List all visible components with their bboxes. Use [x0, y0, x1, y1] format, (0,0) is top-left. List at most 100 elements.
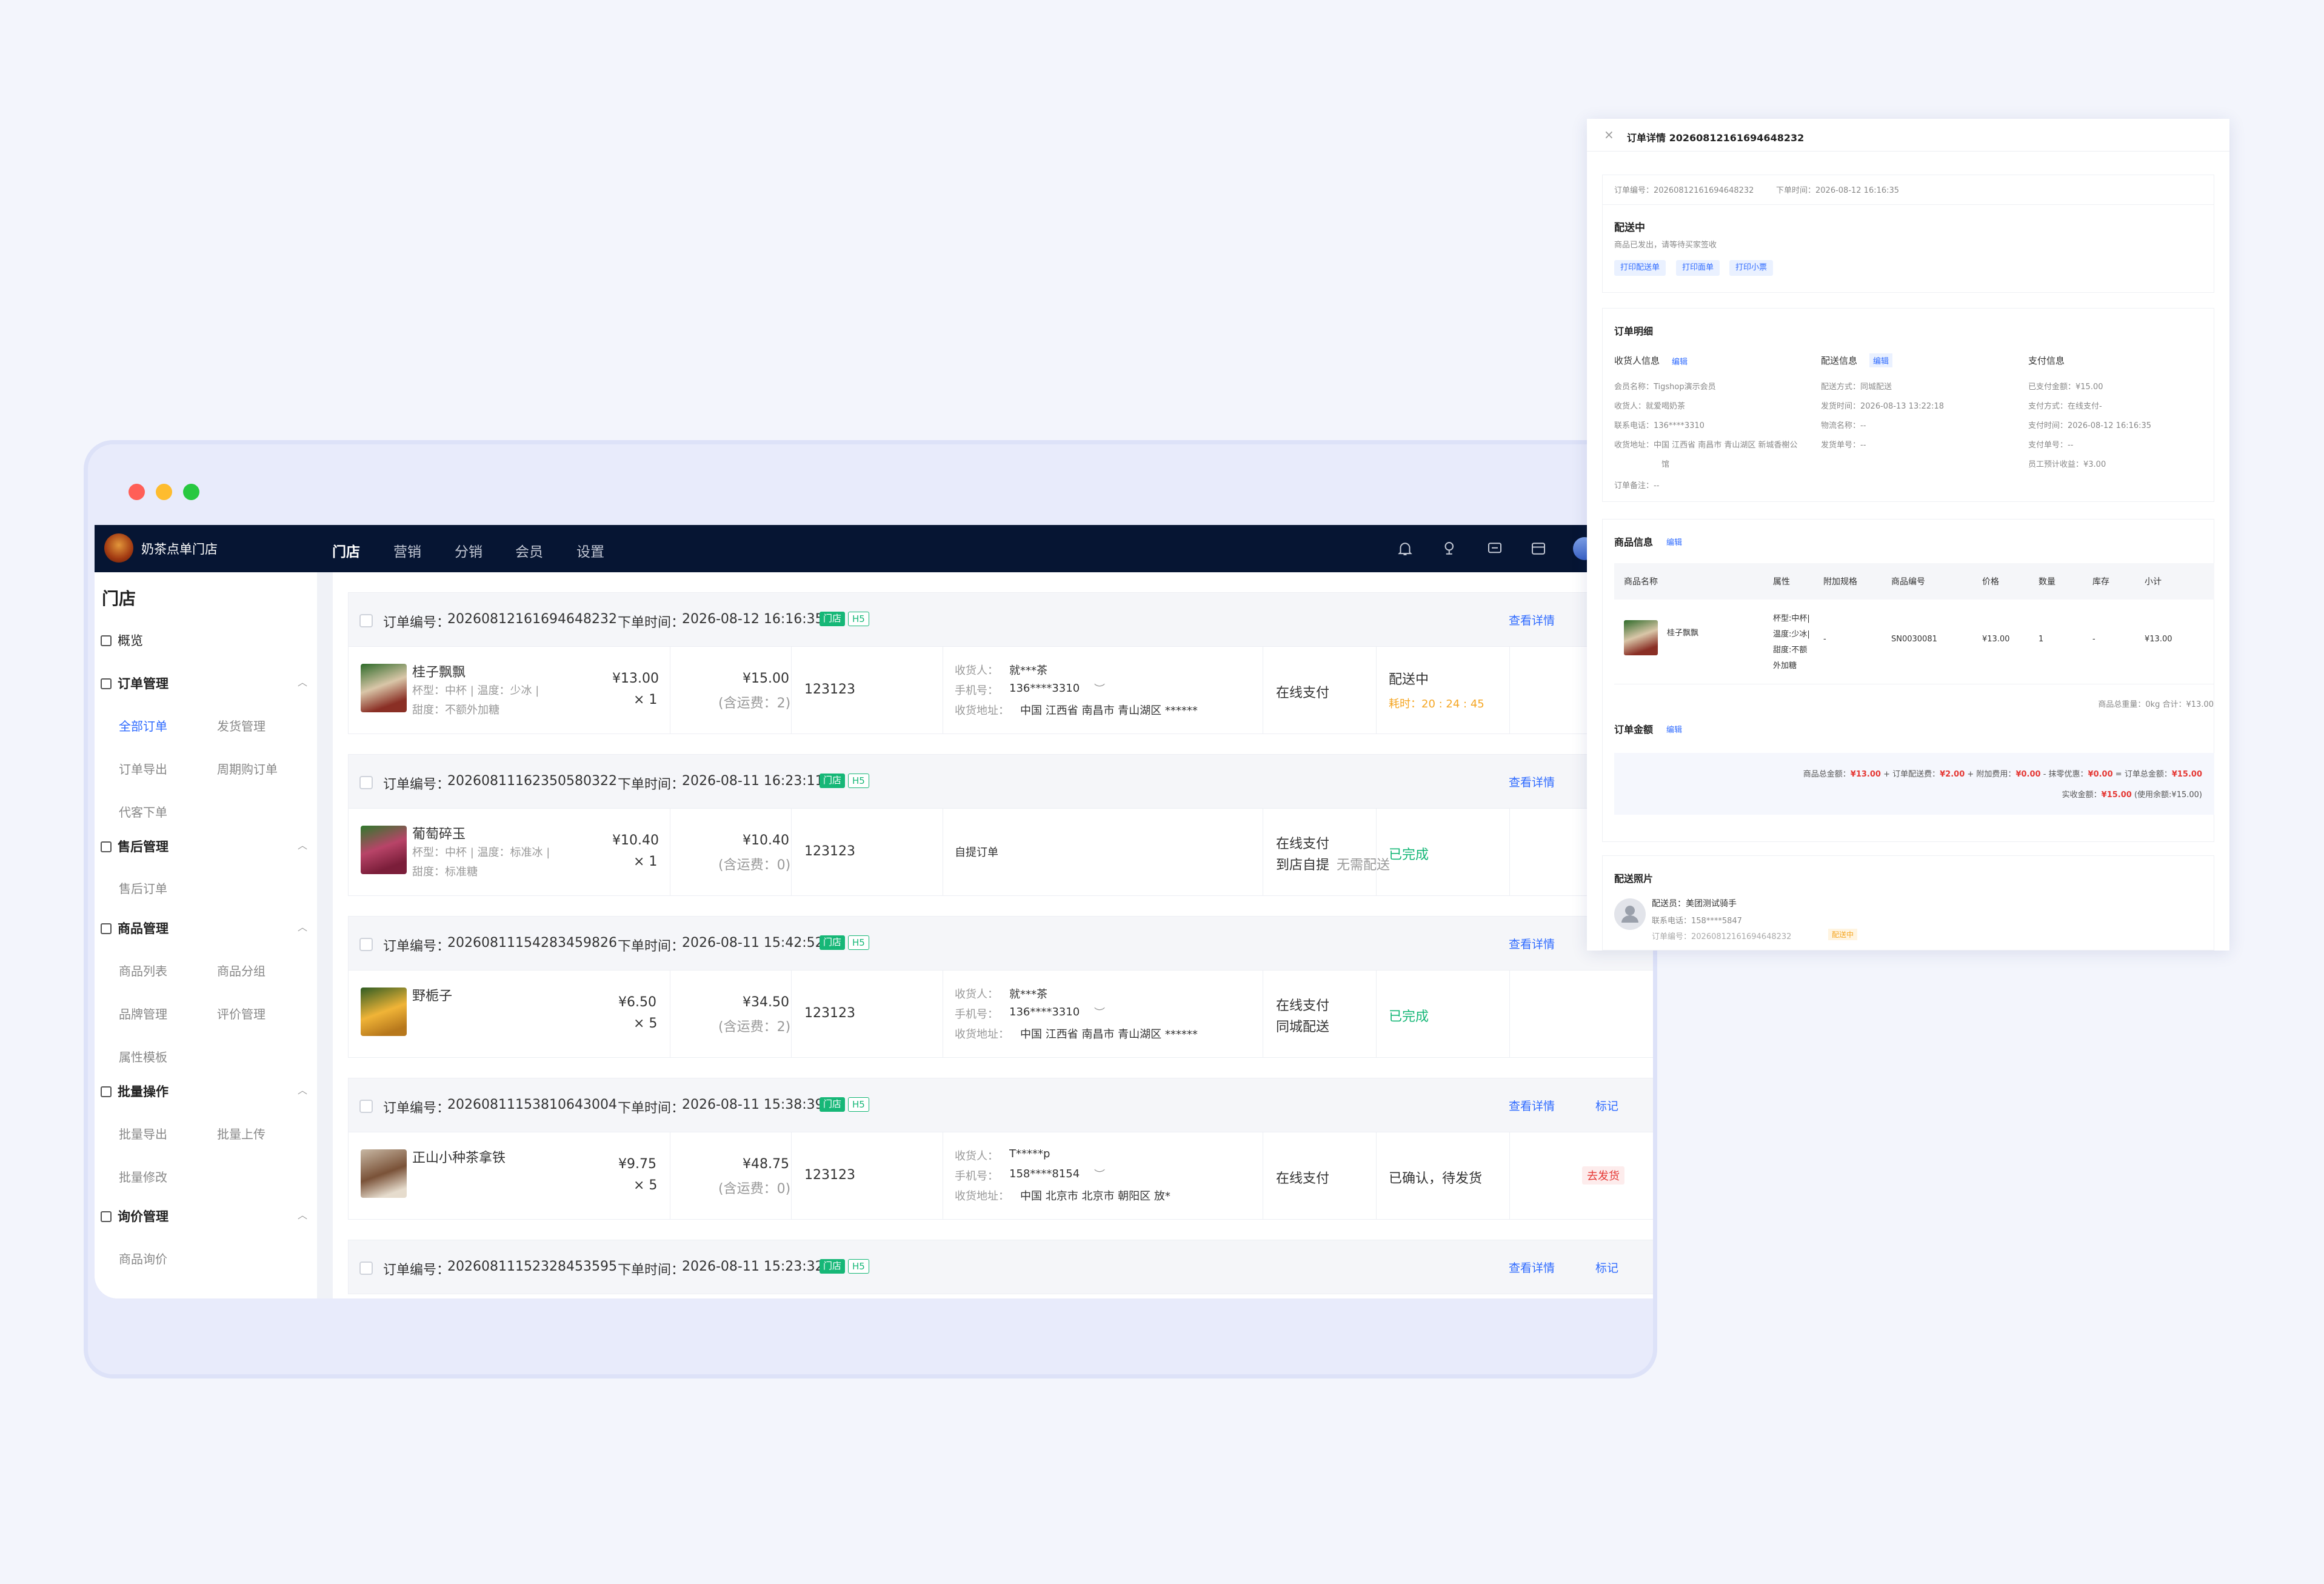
sidebar-group-label: 批量操作: [118, 1084, 169, 1099]
sidebar-group-batch[interactable]: 批量操作: [101, 1082, 169, 1100]
view-detail-link[interactable]: 查看详情: [1509, 774, 1555, 790]
sidebar-item-batch-upload[interactable]: 批量上传: [217, 1125, 265, 1142]
message-icon[interactable]: [1486, 540, 1504, 558]
print-receipt-button[interactable]: 打印小票: [1729, 260, 1774, 276]
unit-price: ¥10.40: [612, 833, 659, 848]
inquiry-icon: [101, 1211, 112, 1222]
close-icon[interactable]: ×: [1604, 127, 1614, 142]
address: 中国 北京市 北京市 朝阳区 放*: [1020, 1190, 1170, 1203]
mark-link[interactable]: 标记: [1595, 1097, 1618, 1114]
product-name[interactable]: 葡萄碎玉: [412, 823, 466, 843]
order-checkbox[interactable]: [359, 614, 373, 627]
receiver-label: 收货人：: [955, 664, 998, 677]
edit-receiver-link[interactable]: 编辑: [1672, 355, 1688, 367]
nav-member[interactable]: 会员: [515, 540, 543, 561]
order-checkbox[interactable]: [359, 1100, 373, 1113]
section-title: 配送照片: [1614, 873, 1654, 884]
nav-settings[interactable]: 设置: [576, 540, 604, 561]
store-icon[interactable]: [1529, 540, 1548, 558]
sidebar-item-shipping[interactable]: 发货管理: [217, 717, 265, 734]
window-minimize-button[interactable]: [156, 484, 172, 500]
print-delivery-button[interactable]: 打印配送单: [1614, 260, 1666, 276]
sidebar-item-product-list[interactable]: 商品列表: [119, 961, 167, 979]
ship-button[interactable]: 去发货: [1582, 1166, 1624, 1185]
amount-label: + 附加费用：: [1967, 770, 2016, 779]
product-name[interactable]: 桂子飘飘: [412, 661, 466, 681]
sidebar-group-inquiry[interactable]: 询价管理: [101, 1207, 169, 1225]
headset-icon[interactable]: [1441, 540, 1459, 558]
phone-number: 158****8154: [1009, 1168, 1080, 1180]
user-icon: [1621, 906, 1638, 923]
order-number: 20260811154283459826: [447, 935, 617, 951]
window-close-button[interactable]: [129, 484, 145, 500]
edit-delivery-link[interactable]: 编辑: [1869, 353, 1893, 367]
nav-marketing[interactable]: 营销: [393, 540, 421, 561]
order-code: 123123: [804, 1168, 855, 1183]
receiver-info-title: 收货人信息: [1614, 355, 1660, 366]
order-checkbox[interactable]: [359, 938, 373, 951]
order-checkbox[interactable]: [359, 776, 373, 789]
sidebar-item-product-inquiry[interactable]: 商品询价: [119, 1249, 167, 1267]
edit-goods-link[interactable]: 编辑: [1666, 536, 1682, 547]
product-name[interactable]: 野栀子: [412, 985, 452, 1004]
receiver-row: 联系电话：136****3310: [1614, 421, 1705, 430]
sidebar-item-product-groups[interactable]: 商品分组: [217, 961, 265, 979]
sidebar-item-aftersale-orders[interactable]: 售后订单: [119, 879, 167, 897]
sidebar-item-batch-edit[interactable]: 批量修改: [119, 1168, 167, 1185]
sidebar-group-products[interactable]: 商品管理: [101, 919, 169, 937]
product-name[interactable]: 正山小种茶拿铁: [412, 1147, 506, 1166]
sidebar-item-proxy-order[interactable]: 代客下单: [119, 803, 167, 820]
sidebar-group-orders[interactable]: 订单管理: [101, 674, 169, 692]
chevron-up-icon[interactable]: ︿: [298, 674, 307, 689]
order-number: 20260811152328453595: [447, 1259, 617, 1274]
admin-app: 奶茶点单门店 门店 营销 分销 会员 设置 门店 概览 订单管理 ︿ 全部订单 …: [95, 525, 1653, 1298]
store-tag: 门店: [820, 612, 846, 626]
order-note: 订单备注：--: [1614, 481, 1660, 490]
sidebar-group-label: 订单管理: [118, 677, 169, 691]
edit-amount-link[interactable]: 编辑: [1666, 723, 1682, 735]
delivery-note: 无需配送: [1337, 858, 1391, 873]
sidebar-item-order-export[interactable]: 订单导出: [119, 760, 167, 777]
view-detail-link[interactable]: 查看详情: [1509, 612, 1555, 628]
section-title: 商品信息: [1614, 536, 1654, 548]
order-time: 2026-08-11 16:23:11: [682, 774, 824, 789]
print-waybill-button[interactable]: 打印面单: [1676, 260, 1720, 276]
sidebar-item-attr-templates[interactable]: 属性模板: [119, 1048, 167, 1065]
elapsed-time: 耗时：20 : 24 : 45: [1389, 698, 1484, 710]
chevron-up-icon[interactable]: ︿: [298, 837, 307, 852]
detail-status-desc: 商品已发出，请等待买家签收: [1614, 241, 1717, 250]
order-number-label: 订单编号：: [383, 1101, 450, 1116]
mark-link[interactable]: 标记: [1595, 1259, 1618, 1275]
extra-amount: ¥0.00: [2015, 770, 2041, 779]
eye-icon[interactable]: ︶: [1094, 681, 1105, 697]
eye-icon[interactable]: ︶: [1094, 1166, 1105, 1182]
sidebar-item-overview[interactable]: 概览: [101, 631, 143, 649]
nav-distribution[interactable]: 分销: [455, 540, 482, 561]
store-tag: 门店: [820, 935, 846, 950]
goods-table-header: 商品名称 属性 附加规格 商品编号 价格 数量 库存 小计: [1614, 563, 2214, 600]
view-detail-link[interactable]: 查看详情: [1509, 1097, 1555, 1114]
chevron-up-icon[interactable]: ︿: [298, 1082, 307, 1097]
order-checkbox[interactable]: [359, 1262, 373, 1275]
chevron-up-icon[interactable]: ︿: [298, 1207, 307, 1221]
delivery-method: 到店自提: [1276, 858, 1330, 873]
eye-icon[interactable]: ︶: [1094, 1004, 1105, 1020]
order-time-label: 下单时间：: [618, 1101, 685, 1116]
sidebar-item-periodic-orders[interactable]: 周期购订单: [217, 760, 278, 777]
sidebar-item-all-orders[interactable]: 全部订单: [119, 717, 167, 734]
bell-icon[interactable]: [1396, 540, 1414, 558]
pay-row: 支付方式：在线支付-: [2028, 402, 2102, 411]
view-detail-link[interactable]: 查看详情: [1509, 935, 1555, 952]
chevron-up-icon[interactable]: ︿: [298, 919, 307, 934]
window-maximize-button[interactable]: [183, 484, 199, 500]
product-spec: 甜度：不额外加糖: [412, 704, 499, 717]
nav-store[interactable]: 门店: [332, 540, 360, 561]
product-thumbnail: [361, 1149, 407, 1198]
receiver-row: 收货人：就爱喝奶茶: [1614, 402, 1686, 411]
sidebar-item-reviews[interactable]: 评价管理: [217, 1004, 265, 1022]
view-detail-link[interactable]: 查看详情: [1509, 1259, 1555, 1275]
sidebar-item-batch-export[interactable]: 批量导出: [119, 1125, 167, 1142]
sidebar-item-brands[interactable]: 品牌管理: [119, 1004, 167, 1022]
sidebar-group-aftersale[interactable]: 售后管理: [101, 837, 169, 855]
batch-icon: [101, 1086, 112, 1097]
